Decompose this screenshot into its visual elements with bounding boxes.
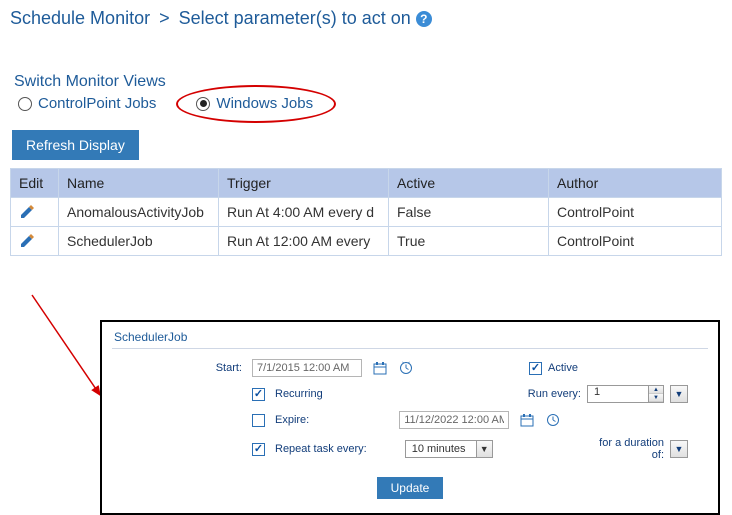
run-every-stepper[interactable]: 1 ▲▼ (587, 385, 664, 403)
monitor-view-radios: ControlPoint Jobs Windows Jobs (0, 93, 732, 122)
refresh-display-button[interactable]: Refresh Display (12, 130, 139, 160)
duration-dropdown[interactable]: ▼ (670, 440, 688, 458)
cell-author: ControlPoint (549, 198, 722, 227)
col-edit: Edit (11, 169, 59, 198)
label-start: Start: (112, 362, 242, 374)
help-icon[interactable]: ? (416, 11, 432, 27)
cell-author: ControlPoint (549, 227, 722, 256)
edit-pencil-icon[interactable] (19, 233, 50, 249)
calendar-icon[interactable] (372, 360, 388, 376)
label-recurring: Recurring (275, 388, 323, 400)
expire-input[interactable] (399, 411, 509, 429)
clock-icon[interactable] (545, 412, 561, 428)
repeat-interval-value: 10 minutes (406, 443, 476, 455)
section-title: Switch Monitor Views (0, 33, 732, 93)
table-row: SchedulerJob Run At 12:00 AM every True … (11, 227, 722, 256)
recurring-checkbox[interactable] (252, 388, 265, 401)
repeat-checkbox[interactable] (252, 443, 265, 456)
repeat-interval-combo[interactable]: 10 minutes ▼ (405, 440, 493, 458)
cell-trigger: Run At 12:00 AM every (219, 227, 389, 256)
calendar-icon[interactable] (519, 412, 535, 428)
col-author: Author (549, 169, 722, 198)
breadcrumb-sep: > (159, 8, 170, 28)
update-button[interactable]: Update (377, 477, 444, 499)
breadcrumb-current: Select parameter(s) to act on (179, 8, 411, 28)
label-expire: Expire: (275, 414, 309, 426)
label-run-every: Run every: (528, 388, 581, 400)
cell-name: SchedulerJob (59, 227, 219, 256)
expire-checkbox[interactable] (252, 414, 265, 427)
active-checkbox[interactable] (529, 362, 542, 375)
col-active: Active (389, 169, 549, 198)
cell-active: True (389, 227, 549, 256)
edit-pencil-icon[interactable] (19, 204, 50, 220)
radio-label: Windows Jobs (216, 95, 313, 112)
label-active: Active (548, 362, 578, 374)
radio-windows-jobs[interactable]: Windows Jobs (196, 95, 313, 112)
breadcrumb: Schedule Monitor > Select parameter(s) t… (0, 0, 732, 33)
clock-icon[interactable] (398, 360, 414, 376)
label-repeat: Repeat task every: (275, 443, 367, 455)
scheduler-detail-panel: SchedulerJob Start: Active Recurring Run… (100, 320, 720, 515)
cell-name: AnomalousActivityJob (59, 198, 219, 227)
col-trigger: Trigger (219, 169, 389, 198)
cell-active: False (389, 198, 549, 227)
start-input[interactable] (252, 359, 362, 377)
detail-title: SchedulerJob (112, 328, 708, 349)
cell-trigger: Run At 4:00 AM every d (219, 198, 389, 227)
col-name: Name (59, 169, 219, 198)
annotation-arrow (22, 285, 112, 415)
run-every-value: 1 (588, 386, 648, 402)
radio-controlpoint-jobs[interactable]: ControlPoint Jobs (18, 95, 156, 112)
breadcrumb-root[interactable]: Schedule Monitor (10, 8, 150, 28)
table-row: AnomalousActivityJob Run At 4:00 AM ever… (11, 198, 722, 227)
run-every-unit-dropdown[interactable]: ▼ (670, 385, 688, 403)
jobs-grid: Edit Name Trigger Active Author Anomalou… (10, 168, 722, 256)
label-duration: for a duration of: (584, 437, 664, 461)
radio-label: ControlPoint Jobs (38, 95, 156, 112)
